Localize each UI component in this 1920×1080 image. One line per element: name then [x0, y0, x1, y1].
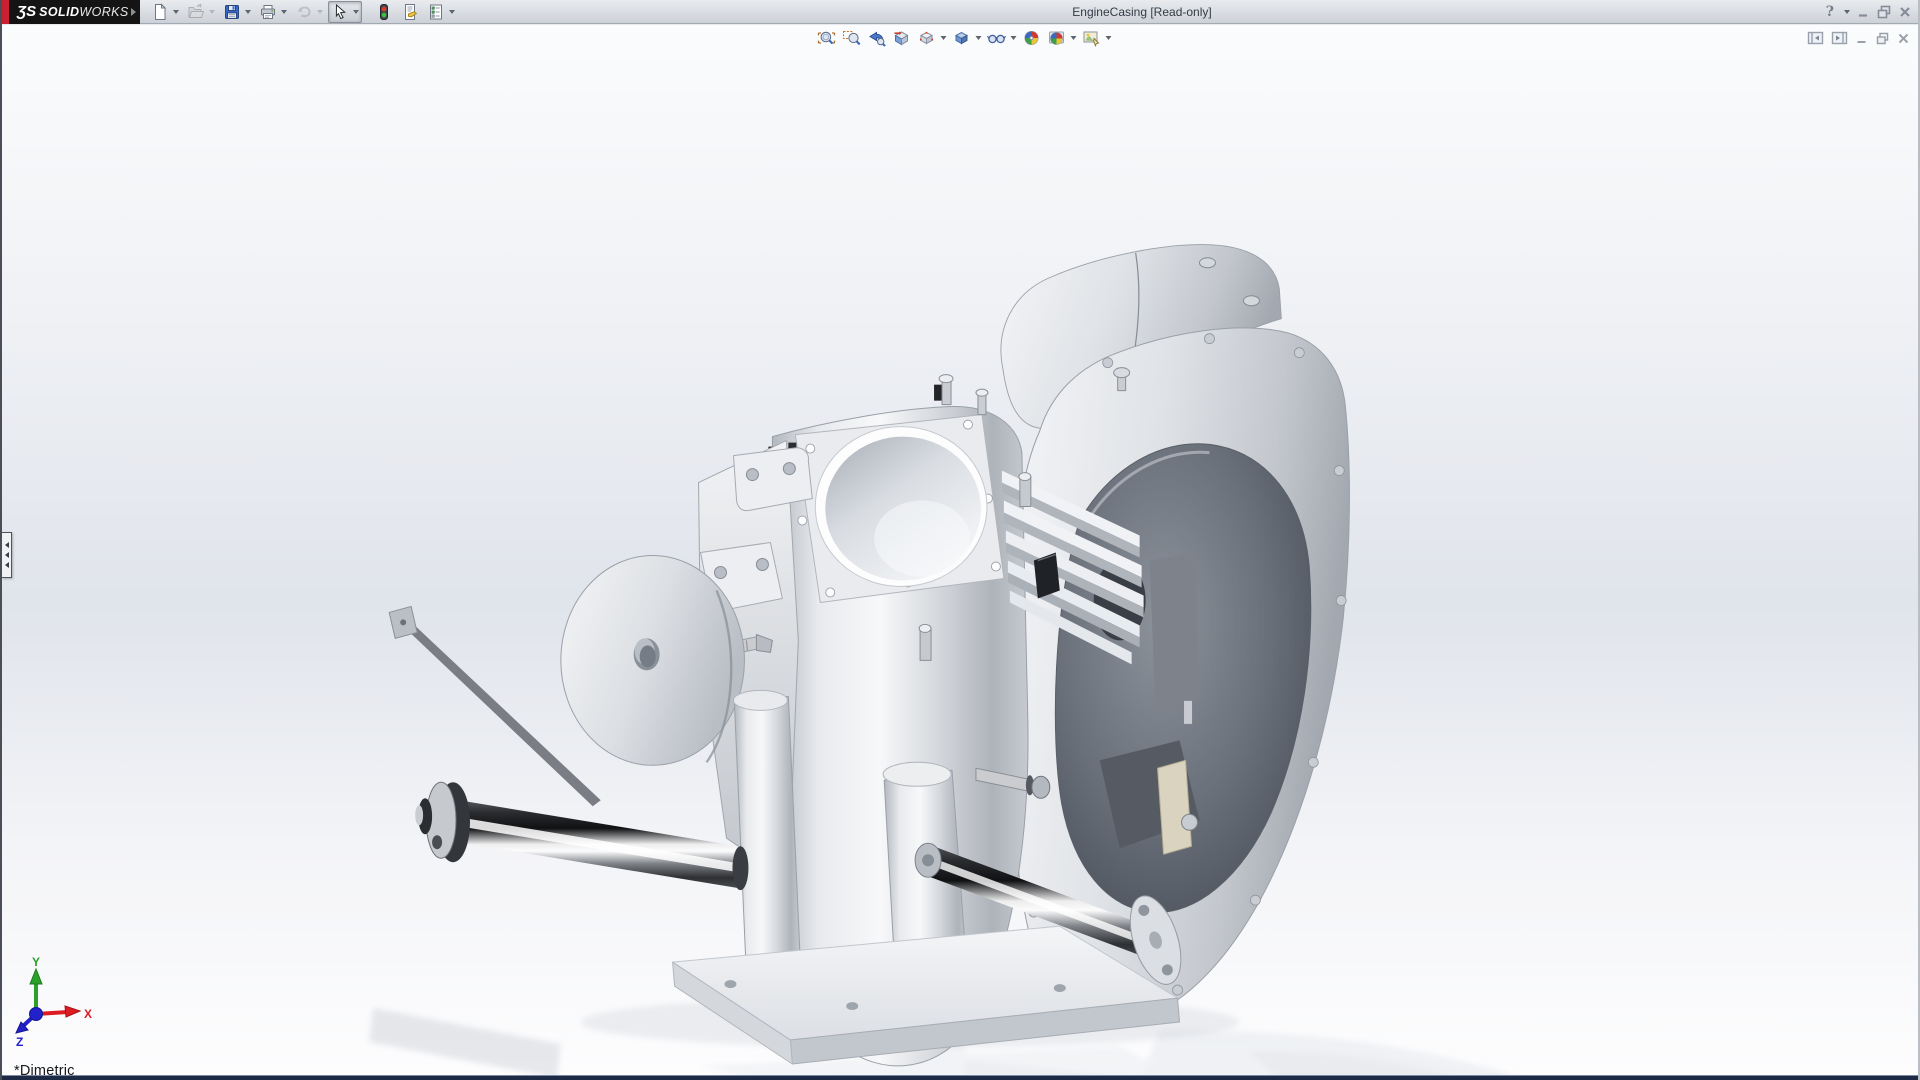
save-button[interactable] — [220, 1, 254, 23]
window-title: EngineCasing [Read-only] — [1072, 0, 1211, 24]
logo-accent-bar — [2, 0, 9, 24]
save-floppy-icon — [223, 3, 241, 21]
undo-arrow-icon — [295, 3, 313, 21]
zoom-to-fit-icon — [816, 29, 836, 47]
apply-scene-dropdown-arrow[interactable] — [1070, 36, 1076, 40]
restore-button[interactable] — [1876, 3, 1892, 21]
triad-z-label: Z — [16, 1035, 23, 1047]
rebuild-traffic-light-icon — [375, 3, 393, 21]
solidworks-mark-icon: ƷS — [17, 3, 36, 20]
undo-dropdown-arrow[interactable] — [317, 10, 323, 14]
reference-triad: Y X Z — [8, 952, 98, 1047]
help-button[interactable]: ? — [1826, 3, 1834, 21]
select-cursor-icon — [331, 3, 349, 21]
zoom-to-area-button[interactable] — [840, 28, 862, 48]
view-orientation-cube-icon — [916, 29, 936, 47]
open-folder-icon — [187, 3, 205, 21]
options-checklist-icon — [427, 3, 445, 21]
view-settings-icon — [1081, 29, 1101, 47]
appearance-ball-icon — [1021, 29, 1041, 47]
document-window-controls — [1807, 29, 1910, 47]
collapse-left-pane-button[interactable] — [1807, 29, 1824, 47]
title-bar: ƷS SOLIDWORKS — [2, 0, 1918, 24]
view-settings-dropdown-arrow[interactable] — [1105, 36, 1111, 40]
apply-scene-icon — [1046, 29, 1066, 47]
zoom-to-fit-button[interactable] — [815, 28, 837, 48]
new-document-icon — [151, 3, 169, 21]
display-style-dropdown-arrow[interactable] — [975, 36, 981, 40]
document-minimize-button[interactable] — [1855, 29, 1868, 47]
engine-casing-model[interactable] — [2, 25, 1918, 1075]
minimize-icon — [1856, 5, 1870, 19]
previous-view-icon — [866, 29, 886, 47]
expand-right-pane-button[interactable] — [1831, 29, 1848, 47]
view-orientation-label: *Dimetric — [14, 1063, 75, 1075]
expand-pane-arrow-icon — [5, 562, 9, 568]
print-button[interactable] — [256, 1, 290, 23]
select-dropdown-arrow[interactable] — [353, 10, 359, 14]
open-dropdown-arrow[interactable] — [209, 10, 215, 14]
file-properties-icon — [401, 3, 419, 21]
collapse-left-pane-icon — [1807, 31, 1824, 45]
document-minimize-icon — [1855, 32, 1868, 45]
select-button[interactable] — [328, 1, 362, 23]
hide-show-items-button[interactable] — [985, 28, 1017, 48]
expand-pane-arrow-icon — [5, 552, 9, 558]
main-window-controls: ? — [1826, 0, 1912, 24]
engine-casing-assembly — [389, 245, 1349, 1066]
eyeglasses-icon — [986, 29, 1006, 47]
help-icon: ? — [1826, 4, 1834, 20]
document-restore-button[interactable] — [1875, 29, 1890, 47]
new-dropdown-arrow[interactable] — [173, 10, 179, 14]
edit-appearance-button[interactable] — [1020, 28, 1042, 48]
options-button[interactable] — [424, 1, 458, 23]
view-orientation-button[interactable] — [915, 28, 947, 48]
display-style-cube-icon — [951, 29, 971, 47]
standard-toolbar — [148, 1, 458, 23]
print-icon — [259, 3, 277, 21]
document-close-button[interactable] — [1897, 29, 1910, 47]
triad-x-label: X — [84, 1007, 92, 1021]
print-dropdown-arrow[interactable] — [281, 10, 287, 14]
section-view-button[interactable] — [890, 28, 912, 48]
feature-manager-collapsed-tab[interactable] — [2, 532, 12, 578]
graphics-viewport[interactable]: Y X Z *Dimetric — [2, 25, 1918, 1075]
view-orientation-dropdown-arrow[interactable] — [940, 36, 946, 40]
window-bottom-edge — [2, 1075, 1918, 1080]
document-restore-icon — [1875, 32, 1890, 45]
rebuild-button[interactable] — [372, 1, 396, 23]
options-dropdown-arrow[interactable] — [449, 10, 455, 14]
close-button[interactable] — [1898, 3, 1912, 21]
solidworks-window: ƷS SOLIDWORKS — [0, 0, 1920, 1080]
hide-show-items-dropdown-arrow[interactable] — [1010, 36, 1016, 40]
file-properties-button[interactable] — [398, 1, 422, 23]
view-settings-button[interactable] — [1080, 28, 1112, 48]
expand-right-pane-icon — [1831, 31, 1848, 45]
minimize-button[interactable] — [1856, 3, 1870, 21]
document-close-icon — [1897, 32, 1910, 45]
undo-button[interactable] — [292, 1, 326, 23]
display-style-button[interactable] — [950, 28, 982, 48]
zoom-to-area-icon — [841, 29, 861, 47]
new-button[interactable] — [148, 1, 182, 23]
headsup-view-toolbar — [815, 28, 1112, 48]
triad-y-label: Y — [32, 955, 40, 969]
expand-pane-arrow-icon — [5, 542, 9, 548]
help-dropdown-arrow[interactable] — [1844, 10, 1850, 14]
menu-flyout-arrow-icon[interactable] — [131, 8, 136, 16]
solidworks-menu-logo[interactable]: ƷS SOLIDWORKS — [2, 0, 140, 24]
open-button[interactable] — [184, 1, 218, 23]
apply-scene-button[interactable] — [1045, 28, 1077, 48]
solidworks-wordmark: SOLIDWORKS — [39, 5, 128, 19]
close-icon — [1898, 5, 1912, 19]
section-view-icon — [891, 29, 911, 47]
save-dropdown-arrow[interactable] — [245, 10, 251, 14]
restore-icon — [1876, 5, 1892, 19]
previous-view-button[interactable] — [865, 28, 887, 48]
